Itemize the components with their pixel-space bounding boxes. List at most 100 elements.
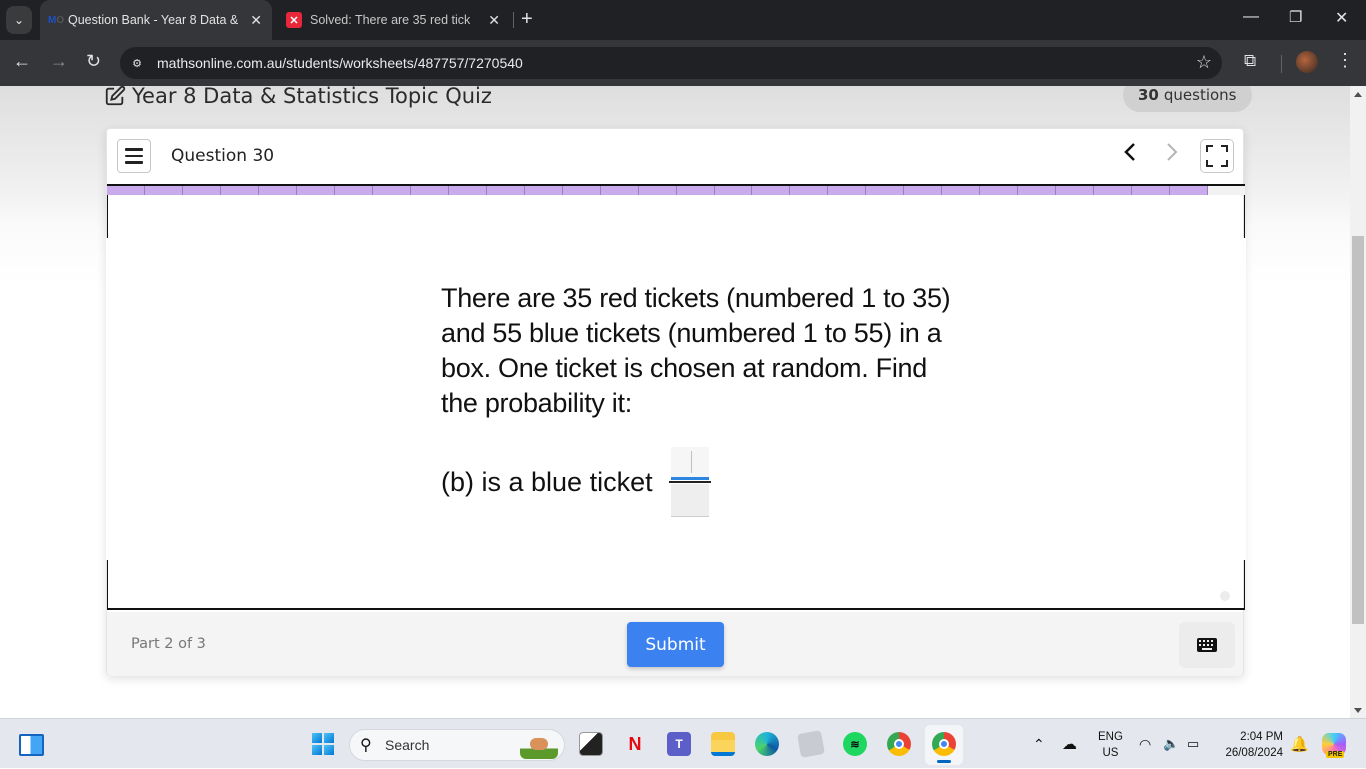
app-icon-chrome[interactable] (887, 732, 911, 756)
app-icon-netflix[interactable]: N (623, 732, 647, 756)
tab-close-icon[interactable]: ✕ (250, 12, 262, 29)
profile-avatar[interactable] (1296, 51, 1318, 73)
site-info-icon[interactable]: ⚙ (128, 54, 146, 72)
bookmark-star-icon[interactable]: ☆ (1196, 52, 1212, 73)
app-icon-chrome-profile[interactable] (932, 732, 956, 756)
progress-segment-complete[interactable] (448, 186, 487, 195)
denominator-input[interactable] (670, 484, 709, 517)
text-caret (690, 451, 692, 473)
progress-segment-complete[interactable] (980, 186, 1019, 195)
quiz-title: Year 8 Data & Statistics Topic Quiz (104, 86, 492, 108)
question-count-badge: 30 questions (1123, 86, 1252, 112)
page-scrollbar[interactable] (1350, 86, 1366, 718)
progress-segment-complete[interactable] (372, 186, 411, 195)
progress-segment-complete[interactable] (676, 186, 715, 195)
mathsonline-favicon-icon: MO (48, 14, 65, 26)
minimize-button[interactable]: — (1243, 8, 1259, 26)
keyboard-icon (1197, 638, 1217, 652)
progress-segment-complete[interactable] (866, 186, 905, 195)
scroll-down-arrow-icon[interactable] (1354, 708, 1362, 713)
volume-icon[interactable]: 🔈 (1163, 719, 1179, 769)
extensions-icon[interactable]: ⧉ (1244, 51, 1256, 71)
status-dot (1220, 591, 1230, 601)
progress-segment-complete[interactable] (334, 186, 373, 195)
app-icon-teams[interactable]: T (667, 732, 691, 756)
progress-segment-complete[interactable] (638, 186, 677, 195)
windows-start-icon[interactable] (312, 733, 334, 755)
notification-bell-icon[interactable]: 🔔 (1290, 719, 1309, 769)
progress-segment-incomplete[interactable] (1208, 186, 1246, 195)
forward-button[interactable]: → (50, 51, 68, 72)
progress-segment-complete[interactable] (600, 186, 639, 195)
progress-segment-complete[interactable] (752, 186, 791, 195)
progress-segment-complete[interactable] (220, 186, 259, 195)
url-text[interactable]: mathsonline.com.au/students/worksheets/4… (157, 55, 523, 71)
part-text: (b) is a blue ticket (441, 466, 653, 497)
show-hidden-icons-chevron-icon[interactable]: ⌃ (1033, 719, 1045, 769)
progress-segment-complete[interactable] (562, 186, 601, 195)
app-icon-roblox[interactable] (797, 730, 825, 758)
tab-divider (513, 12, 514, 28)
browser-tab-strip: ⌄ MO Question Bank - Year 8 Data & S ✕ ✕… (0, 0, 1366, 40)
scrollbar-thumb[interactable] (1352, 236, 1364, 624)
reload-button[interactable]: ↻ (86, 51, 101, 72)
app-icon-file-explorer[interactable] (711, 732, 735, 756)
progress-segment-complete[interactable] (904, 186, 943, 195)
progress-segment-complete[interactable] (1132, 186, 1171, 195)
address-bar[interactable]: ⚙ mathsonline.com.au/students/worksheets… (120, 47, 1222, 79)
clock-time: 2:04 PM (1240, 731, 1283, 743)
onedrive-offline-icon[interactable]: ☁ (1062, 719, 1077, 769)
widgets-icon[interactable] (19, 734, 44, 756)
progress-segment-complete[interactable] (182, 186, 221, 195)
progress-segment-complete[interactable] (486, 186, 525, 195)
previous-question-button[interactable] (1123, 141, 1137, 170)
progress-segment-complete[interactable] (714, 186, 753, 195)
close-window-button[interactable]: ✕ (1335, 8, 1348, 28)
search-highlight-image (520, 733, 558, 759)
app-icon-spotify[interactable]: ≋ (843, 732, 867, 756)
system-clock[interactable]: 2:04 PM 26/08/2024 (1218, 729, 1283, 761)
progress-segment-complete[interactable] (790, 186, 829, 195)
scroll-up-arrow-icon[interactable] (1354, 92, 1362, 97)
app-icon-file-manager[interactable] (579, 732, 603, 756)
progress-segment-complete[interactable] (1018, 186, 1057, 195)
question-count-label: questions (1163, 86, 1237, 104)
fullscreen-button[interactable] (1200, 139, 1234, 173)
question-progress-bar (107, 184, 1246, 195)
restore-button[interactable]: ❐ (1289, 8, 1302, 26)
progress-segment-complete[interactable] (107, 186, 145, 195)
taskbar-search[interactable]: ⚲ Search (349, 729, 565, 761)
next-question-button[interactable] (1165, 141, 1179, 170)
progress-segment-complete[interactable] (296, 186, 335, 195)
question-workspace: There are 35 red tickets (numbered 1 to … (106, 195, 1246, 610)
progress-segment-complete[interactable] (258, 186, 297, 195)
battery-icon[interactable]: ▭ (1187, 719, 1199, 769)
submit-button[interactable]: Submit (627, 622, 724, 667)
numerator-input[interactable] (670, 447, 709, 480)
tab-solved[interactable]: ✕ Solved: There are 35 red tickets ✕ (280, 0, 510, 40)
progress-segment-complete[interactable] (828, 186, 867, 195)
fraction-answer (668, 447, 711, 517)
progress-segment-complete[interactable] (1056, 186, 1095, 195)
browser-menu-icon[interactable]: ⋮ (1336, 50, 1354, 71)
progress-segment-complete[interactable] (144, 186, 183, 195)
keyboard-toggle-button[interactable] (1179, 622, 1235, 668)
card-header: Question 30 (107, 129, 1243, 184)
copilot-icon[interactable]: PRE (1322, 719, 1346, 769)
progress-segment-complete[interactable] (942, 186, 981, 195)
tab-search-dropdown[interactable]: ⌄ (6, 6, 32, 34)
progress-segment-complete[interactable] (524, 186, 563, 195)
new-tab-button[interactable]: + (521, 8, 533, 31)
tab-close-icon[interactable]: ✕ (488, 12, 500, 29)
language-indicator[interactable]: ENG US (1098, 729, 1123, 761)
app-icon-edge[interactable] (755, 732, 779, 756)
chevron-right-icon (1167, 143, 1178, 161)
progress-segment-complete[interactable] (1094, 186, 1133, 195)
tab-question-bank[interactable]: MO Question Bank - Year 8 Data & S ✕ (40, 0, 272, 40)
question-menu-button[interactable] (117, 139, 151, 173)
back-button[interactable]: ← (13, 51, 31, 72)
progress-segment-complete[interactable] (1170, 186, 1209, 195)
question-part: (b) is a blue ticket (441, 447, 711, 517)
progress-segment-complete[interactable] (410, 186, 449, 195)
wifi-icon[interactable]: ◠ (1139, 719, 1151, 769)
